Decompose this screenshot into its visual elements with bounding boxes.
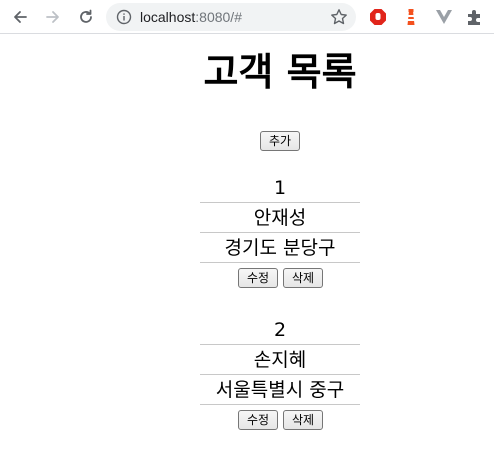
reload-button[interactable]	[75, 6, 97, 28]
customer-name: 안재성	[200, 203, 360, 233]
url-text: localhost:8080/#	[140, 8, 242, 26]
page-title: 고객 목록	[203, 50, 357, 94]
customer-item: 1 안재성 경기도 분당구 수정 삭제	[200, 173, 360, 295]
customer-actions: 수정 삭제	[200, 405, 360, 437]
customer-item: 2 손지혜 서울특별시 중구 수정 삭제	[200, 315, 360, 437]
customer-address: 경기도 분당구	[200, 233, 360, 263]
bookmark-star-icon[interactable]	[330, 8, 348, 26]
info-icon[interactable]	[116, 9, 132, 25]
customer-id: 1	[200, 173, 360, 203]
customer-actions: 수정 삭제	[200, 263, 360, 295]
adblock-extension-icon[interactable]	[369, 8, 387, 26]
url-path: :8080/#	[195, 9, 242, 25]
forward-arrow-icon	[46, 11, 59, 23]
forward-button[interactable]	[42, 6, 64, 28]
customer-id: 2	[200, 315, 360, 345]
vue-devtools-icon[interactable]	[435, 8, 453, 26]
back-arrow-icon	[14, 11, 27, 23]
puzzle-extensions-icon[interactable]	[466, 8, 484, 26]
page-content: 고객 목록 추가 1 안재성 경기도 분당구 수정 삭제 2 손지혜 서울특별시…	[0, 35, 494, 455]
edit-button[interactable]: 수정	[238, 410, 278, 430]
url-host: localhost	[140, 9, 196, 25]
customer-name: 손지혜	[200, 345, 360, 375]
edit-button[interactable]: 수정	[238, 268, 278, 288]
lighthouse-extension-icon[interactable]	[402, 8, 420, 26]
back-button[interactable]	[9, 6, 31, 28]
address-bar[interactable]: localhost:8080/#	[106, 3, 356, 31]
browser-toolbar: localhost:8080/#	[0, 0, 494, 34]
add-button[interactable]: 추가	[260, 131, 300, 151]
delete-button[interactable]: 삭제	[283, 410, 323, 430]
customer-address: 서울특별시 중구	[200, 375, 360, 405]
reload-icon	[80, 9, 92, 23]
delete-button[interactable]: 삭제	[283, 268, 323, 288]
